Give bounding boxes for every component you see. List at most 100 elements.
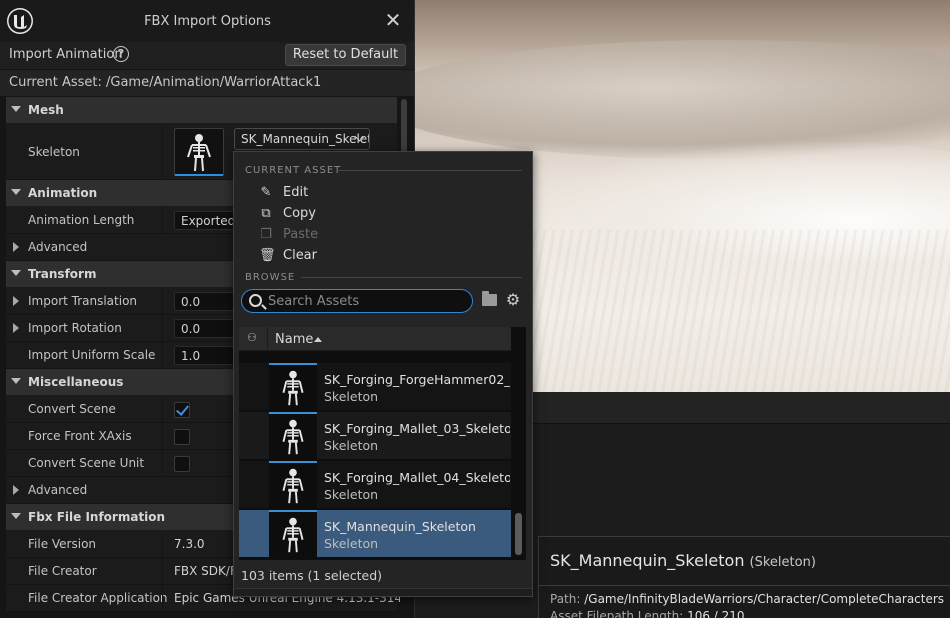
column-divider[interactable] [162,585,163,611]
close-icon[interactable]: ✕ [383,10,403,30]
tooltip-path-row: Path: /Game/InfinityBladeWarriors/Charac… [550,592,944,606]
category-label: Mesh [28,103,64,117]
menu-item-paste[interactable]: ❐ Paste [259,225,499,245]
import-type-label: Import Animation [9,47,123,62]
asset-list-scrollbar[interactable] [515,513,522,555]
tooltip-path-value: /Game/InfinityBladeWarriors/Character/Co… [584,592,945,606]
skeleton-picker-value: SK_Mannequin_Skeleton [241,132,369,146]
list-item-name: SK_Mannequin_Skeleton [324,519,476,534]
tooltip-filepath-value: 106 / 210 [687,609,745,618]
menu-item-copy[interactable]: ⧉ Copy [259,204,499,224]
column-divider[interactable] [162,450,163,476]
property-label: Force Front XAxis [28,429,132,443]
list-item-type: Skeleton [324,536,379,551]
skeleton-thumbnail[interactable] [174,128,224,176]
property-label: Import Uniform Scale [28,348,156,362]
popup-bottom-bar [234,588,532,596]
property-label: Import Rotation [28,321,122,335]
collapse-arrow-icon[interactable] [11,189,21,195]
expand-arrow-icon[interactable] [13,296,19,306]
expand-arrow-icon[interactable] [13,242,19,252]
tooltip-path-label: Path: [550,592,581,606]
search-field[interactable] [241,289,473,313]
gear-icon[interactable]: ⚙ [505,292,521,308]
tooltip-separator [539,585,950,586]
list-item[interactable]: SK_Forging_Mallet_04_Skeleton Skeleton [239,461,511,509]
asset-tooltip: SK_Mannequin_Skeleton (Skeleton) Path: /… [538,536,950,618]
menu-item-clear[interactable]: 🗑 Clear [259,246,499,266]
force-front-xaxis-checkbox[interactable] [174,429,190,445]
menu-item-label: Paste [283,227,319,242]
list-item[interactable]: SK_Forging_ForgeHammer02_Skeleton Skelet… [239,363,511,411]
help-icon[interactable]: ? [113,46,129,62]
reset-to-default-button[interactable]: Reset to Default [285,44,406,66]
expand-arrow-icon[interactable] [13,485,19,495]
skeleton-picker-combo[interactable]: SK_Mannequin_Skeleton [234,128,370,150]
folder-icon[interactable] [482,291,497,306]
convert-scene-checkbox[interactable] [174,402,190,418]
menu-item-edit[interactable]: ✎ Edit [259,183,499,203]
column-divider[interactable] [162,124,163,179]
menu-item-label: Clear [283,248,317,263]
current-asset-bar: Current Asset: /Game/Animation/WarriorAt… [0,70,414,96]
import-type-bar: Import Animation ? Reset to Default [0,42,414,69]
section-header-browse: BROWSE [245,272,296,283]
title-bar[interactable]: FBX Import Options ✕ [0,0,414,42]
list-item[interactable]: SK_Forging_Mallet_03_Skeleton Skeleton [239,412,511,460]
section-divider [301,277,522,278]
search-input[interactable] [268,292,468,310]
skeleton-icon [187,134,211,172]
copy-icon: ⧉ [261,206,271,221]
collapse-arrow-icon[interactable] [11,513,21,519]
menu-item-label: Copy [283,206,316,221]
property-label: Advanced [28,240,88,254]
property-label: Convert Scene [28,402,116,416]
column-divider[interactable] [162,396,163,422]
filter-icon[interactable]: ⚇ [247,331,263,347]
column-divider[interactable] [162,288,163,314]
list-item[interactable]: SK_Mannequin_Skeleton Skeleton [239,510,511,558]
column-divider[interactable] [162,531,163,557]
menu-item-label: Edit [283,185,309,200]
expand-arrow-icon[interactable] [13,323,19,333]
list-item-name: SK_Forging_ForgeHammer02_Skeleton [324,372,510,387]
category-label: Fbx File Information [28,510,166,524]
column-divider[interactable] [162,207,163,233]
property-label: Advanced [28,483,88,497]
column-divider[interactable] [162,315,163,341]
category-label: Miscellaneous [28,375,124,389]
tooltip-asset-type: (Skeleton) [749,555,816,570]
skeleton-icon [269,510,317,558]
column-divider[interactable] [162,558,163,584]
property-label: File Creator [28,564,97,578]
dialog-title: FBX Import Options [144,14,271,29]
collapse-arrow-icon[interactable] [11,270,21,276]
trash-icon: 🗑 [259,248,276,263]
list-item-name: SK_Forging_Mallet_04_Skeleton [324,470,510,485]
list-item-type: Skeleton [324,389,379,404]
header-divider [267,327,268,351]
category-label: Animation [28,186,98,200]
tooltip-filepath-label: Asset Filepath Length: [550,609,684,618]
section-divider [336,170,522,171]
section-header-current-asset: CURRENT ASSET [245,165,342,176]
list-item-type: Skeleton [324,487,379,502]
collapse-arrow-icon[interactable] [11,106,21,112]
asset-list: ⚇ Name SK_Forging_ForgeHammer02_ Skeleton… [239,327,526,560]
collapse-arrow-icon[interactable] [11,378,21,384]
property-label: Import Translation [28,294,138,308]
list-header: ⚇ Name [239,327,511,351]
column-header-name[interactable]: Name [275,332,313,347]
property-label: Skeleton [28,145,80,159]
column-divider[interactable] [162,423,163,449]
skeleton-icon [269,363,317,411]
skeleton-icon [269,461,317,509]
list-item-name: SK_Forging_Mallet_03_Skeleton [324,421,510,436]
column-divider[interactable] [162,342,163,368]
item-count-label: 103 items (1 selected) [241,568,383,583]
current-asset-path: Current Asset: /Game/Animation/WarriorAt… [9,75,322,90]
category-mesh[interactable]: Mesh [6,97,397,124]
convert-scene-unit-checkbox[interactable] [174,456,190,472]
property-label: Animation Length [28,213,135,227]
category-label: Transform [28,267,97,281]
